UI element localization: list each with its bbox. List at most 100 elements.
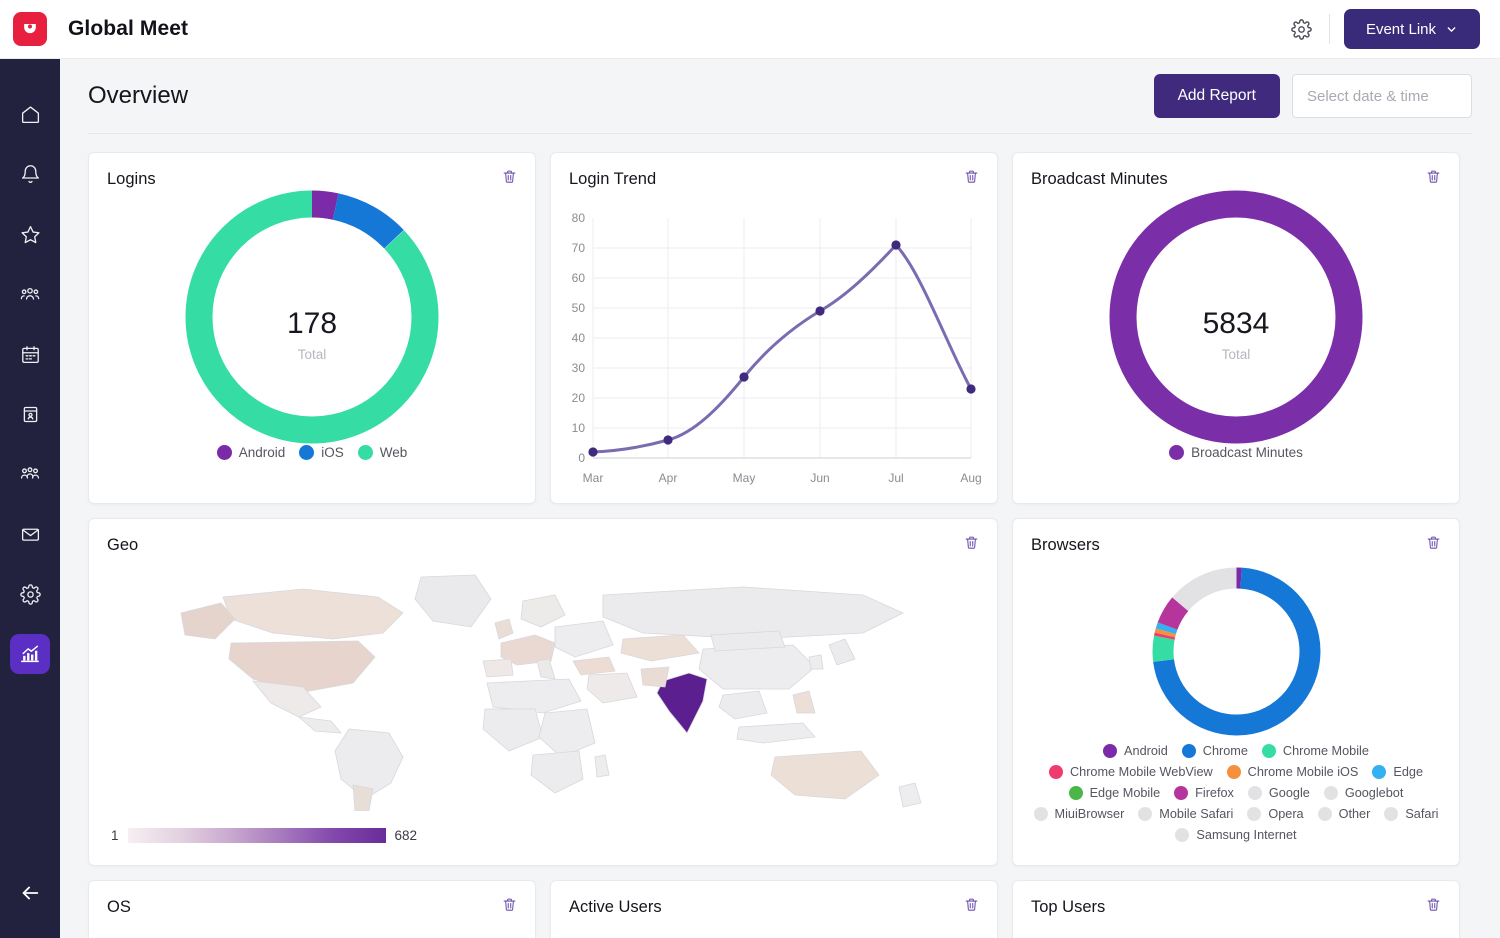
sidebar-item-booths[interactable] <box>10 394 50 434</box>
svg-text:50: 50 <box>572 301 586 315</box>
sidebar-item-networking[interactable] <box>10 454 50 494</box>
date-time-input[interactable] <box>1292 74 1472 118</box>
legend-item-chrome-mobile[interactable]: Chrome Mobile <box>1262 744 1369 758</box>
legend-item-edge[interactable]: Edge <box>1372 765 1423 779</box>
card-logins-header: Logins <box>89 153 535 189</box>
svg-text:20: 20 <box>572 391 586 405</box>
legend-dot-chrome-mobile <box>1262 744 1276 758</box>
country-north-africa <box>487 679 581 713</box>
legend-label-other: Other <box>1339 807 1371 821</box>
card-active-users: Active Users <box>550 880 998 938</box>
trash-icon[interactable] <box>502 169 517 189</box>
card-os: OS <box>88 880 536 938</box>
legend-label-mobile-safari: Mobile Safari <box>1159 807 1233 821</box>
legend-dot-android <box>1103 744 1117 758</box>
sidebar-item-settings[interactable] <box>10 574 50 614</box>
legend-item-chrome-mobile-ios[interactable]: Chrome Mobile iOS <box>1227 765 1359 779</box>
sidebar-item-home[interactable] <box>10 94 50 134</box>
sidebar-item-favorites[interactable] <box>10 214 50 254</box>
legend-dot-google <box>1248 786 1262 800</box>
legend-dot-chrome-mobile-webview <box>1049 765 1063 779</box>
legend-item-miuibrowser[interactable]: MiuiBrowser <box>1034 807 1125 821</box>
country-pakistan <box>641 667 669 687</box>
legend-item-chrome-mobile-webview[interactable]: Chrome Mobile WebView <box>1049 765 1213 779</box>
card-top-users: Top Users <box>1012 880 1460 938</box>
legend-label-chrome-mobile-ios: Chrome Mobile iOS <box>1248 765 1359 779</box>
legend-dot-edge <box>1372 765 1386 779</box>
legend-item-mobile-safari[interactable]: Mobile Safari <box>1138 807 1233 821</box>
trash-icon[interactable] <box>1426 535 1441 555</box>
sidebar-item-notifications[interactable] <box>10 154 50 194</box>
trash-icon[interactable] <box>1426 169 1441 189</box>
country-australia <box>771 751 879 799</box>
y-axis-ticks: 80 70 60 50 40 30 20 10 0 <box>572 211 586 465</box>
trash-icon[interactable] <box>502 897 517 917</box>
legend-item-googlebot[interactable]: Googlebot <box>1324 786 1404 800</box>
legend-item-samsung-internet[interactable]: Samsung Internet <box>1175 828 1296 842</box>
svg-text:Mar: Mar <box>583 471 604 485</box>
trend-line <box>593 245 971 452</box>
legend-item-opera[interactable]: Opera <box>1247 807 1303 821</box>
mail-icon <box>20 524 41 545</box>
sidebar-item-agenda[interactable] <box>10 334 50 374</box>
legend-item-edge-mobile[interactable]: Edge Mobile <box>1069 786 1161 800</box>
card-login-trend: Login Trend <box>550 152 998 504</box>
app-logo-icon[interactable] <box>13 12 47 46</box>
card-top-users-header: Top Users <box>1013 881 1459 917</box>
country-mongolia <box>711 631 785 651</box>
analytics-icon <box>19 643 41 665</box>
sidebar-item-analytics[interactable] <box>10 634 50 674</box>
point-jul <box>891 240 900 249</box>
bell-icon <box>20 164 41 185</box>
legend-dot-edge-mobile <box>1069 786 1083 800</box>
country-korea <box>809 655 823 669</box>
svg-text:0: 0 <box>578 451 585 465</box>
legend-label-chrome: Chrome <box>1203 744 1248 758</box>
svg-text:Apr: Apr <box>659 471 678 485</box>
geo-world-map[interactable] <box>103 561 983 811</box>
point-mar <box>588 447 597 456</box>
card-geo-title: Geo <box>107 536 138 555</box>
country-scandinavia <box>521 595 565 627</box>
legend-item-android[interactable]: Android <box>1103 744 1168 758</box>
page-header-actions: Add Report <box>1154 74 1472 118</box>
trash-icon[interactable] <box>964 535 979 555</box>
country-southern-africa <box>531 751 583 793</box>
legend-item-safari[interactable]: Safari <box>1384 807 1438 821</box>
trash-icon[interactable] <box>964 169 979 189</box>
cards-row-1: Logins 178 <box>88 152 1472 504</box>
sidebar-item-messages[interactable] <box>10 514 50 554</box>
people-icon <box>19 283 41 305</box>
sidebar-item-attendees[interactable] <box>10 274 50 314</box>
legend-label-android: Android <box>1124 744 1168 758</box>
country-canada <box>223 589 403 639</box>
calendar-icon <box>20 344 41 365</box>
svg-text:May: May <box>733 471 756 485</box>
legend-label-edge-mobile: Edge Mobile <box>1090 786 1161 800</box>
country-russia <box>603 587 903 639</box>
sidebar-collapse-button[interactable] <box>10 873 50 913</box>
point-jun <box>815 306 824 315</box>
legend-dot-other <box>1318 807 1332 821</box>
browsers-donut-svg <box>1149 564 1324 739</box>
country-usa <box>229 641 375 693</box>
card-browsers-title: Browsers <box>1031 536 1100 555</box>
trash-icon[interactable] <box>1426 897 1441 917</box>
trash-icon[interactable] <box>964 897 979 917</box>
toolbar-divider <box>1329 14 1330 44</box>
arrow-left-icon <box>19 882 41 904</box>
country-italy <box>537 659 555 679</box>
add-report-button[interactable]: Add Report <box>1154 74 1280 118</box>
card-logins-title: Logins <box>107 170 156 189</box>
svg-text:60: 60 <box>572 271 586 285</box>
legend-dot-chrome-mobile-ios <box>1227 765 1241 779</box>
gear-icon[interactable] <box>1285 12 1319 46</box>
legend-dot-googlebot <box>1324 786 1338 800</box>
legend-item-google[interactable]: Google <box>1248 786 1310 800</box>
country-greenland <box>415 575 491 627</box>
event-link-button[interactable]: Event Link <box>1344 9 1480 49</box>
legend-item-firefox[interactable]: Firefox <box>1174 786 1234 800</box>
legend-item-other[interactable]: Other <box>1318 807 1371 821</box>
logins-total-label: Total <box>89 347 535 362</box>
legend-item-chrome[interactable]: Chrome <box>1182 744 1248 758</box>
